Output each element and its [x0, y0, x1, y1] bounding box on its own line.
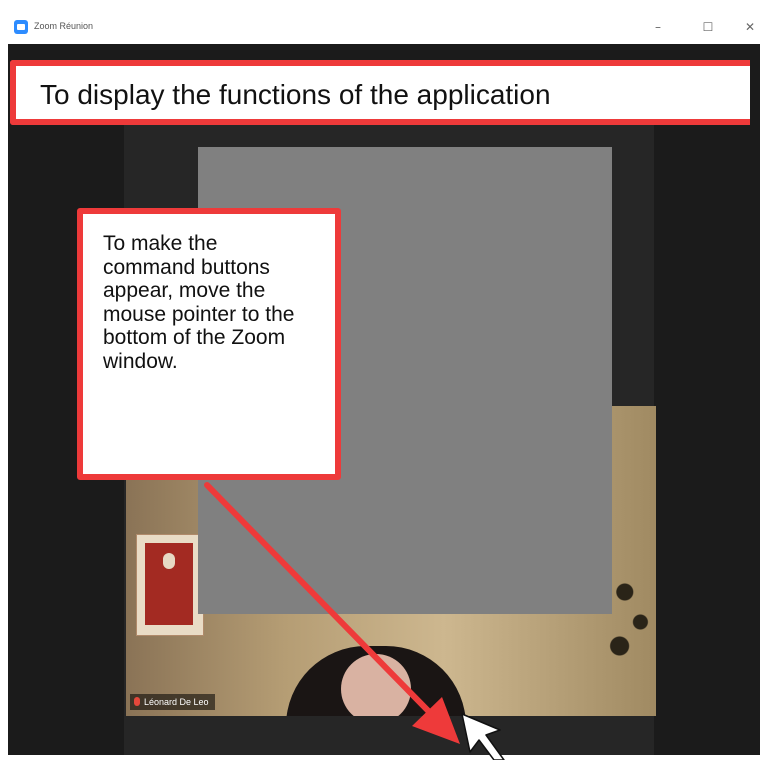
zoom-app-icon — [14, 20, 28, 34]
annotation-callout: To make the command buttons appear, move… — [77, 208, 341, 480]
callout-text: To make the command buttons appear, move… — [103, 232, 295, 373]
close-button[interactable]: ✕ — [736, 16, 760, 38]
wall-poster — [136, 534, 204, 636]
title-bar[interactable]: Zoom Réunion – ☐ ✕ — [8, 10, 760, 45]
participant-name-tag: Léonard De Leo — [130, 694, 215, 710]
participant-figure — [286, 646, 466, 716]
participant-name: Léonard De Leo — [144, 697, 209, 707]
minimize-button[interactable]: – — [644, 16, 672, 38]
banner-text: To display the functions of the applicat… — [40, 79, 551, 110]
annotation-banner: To display the functions of the applicat… — [10, 60, 750, 125]
window-title: Zoom Réunion — [34, 21, 94, 31]
mic-muted-icon — [134, 697, 140, 706]
screenshot-page: Zoom Réunion – ☐ ✕ Léonard De Leo To dis… — [0, 0, 760, 760]
maximize-button[interactable]: ☐ — [694, 16, 722, 38]
